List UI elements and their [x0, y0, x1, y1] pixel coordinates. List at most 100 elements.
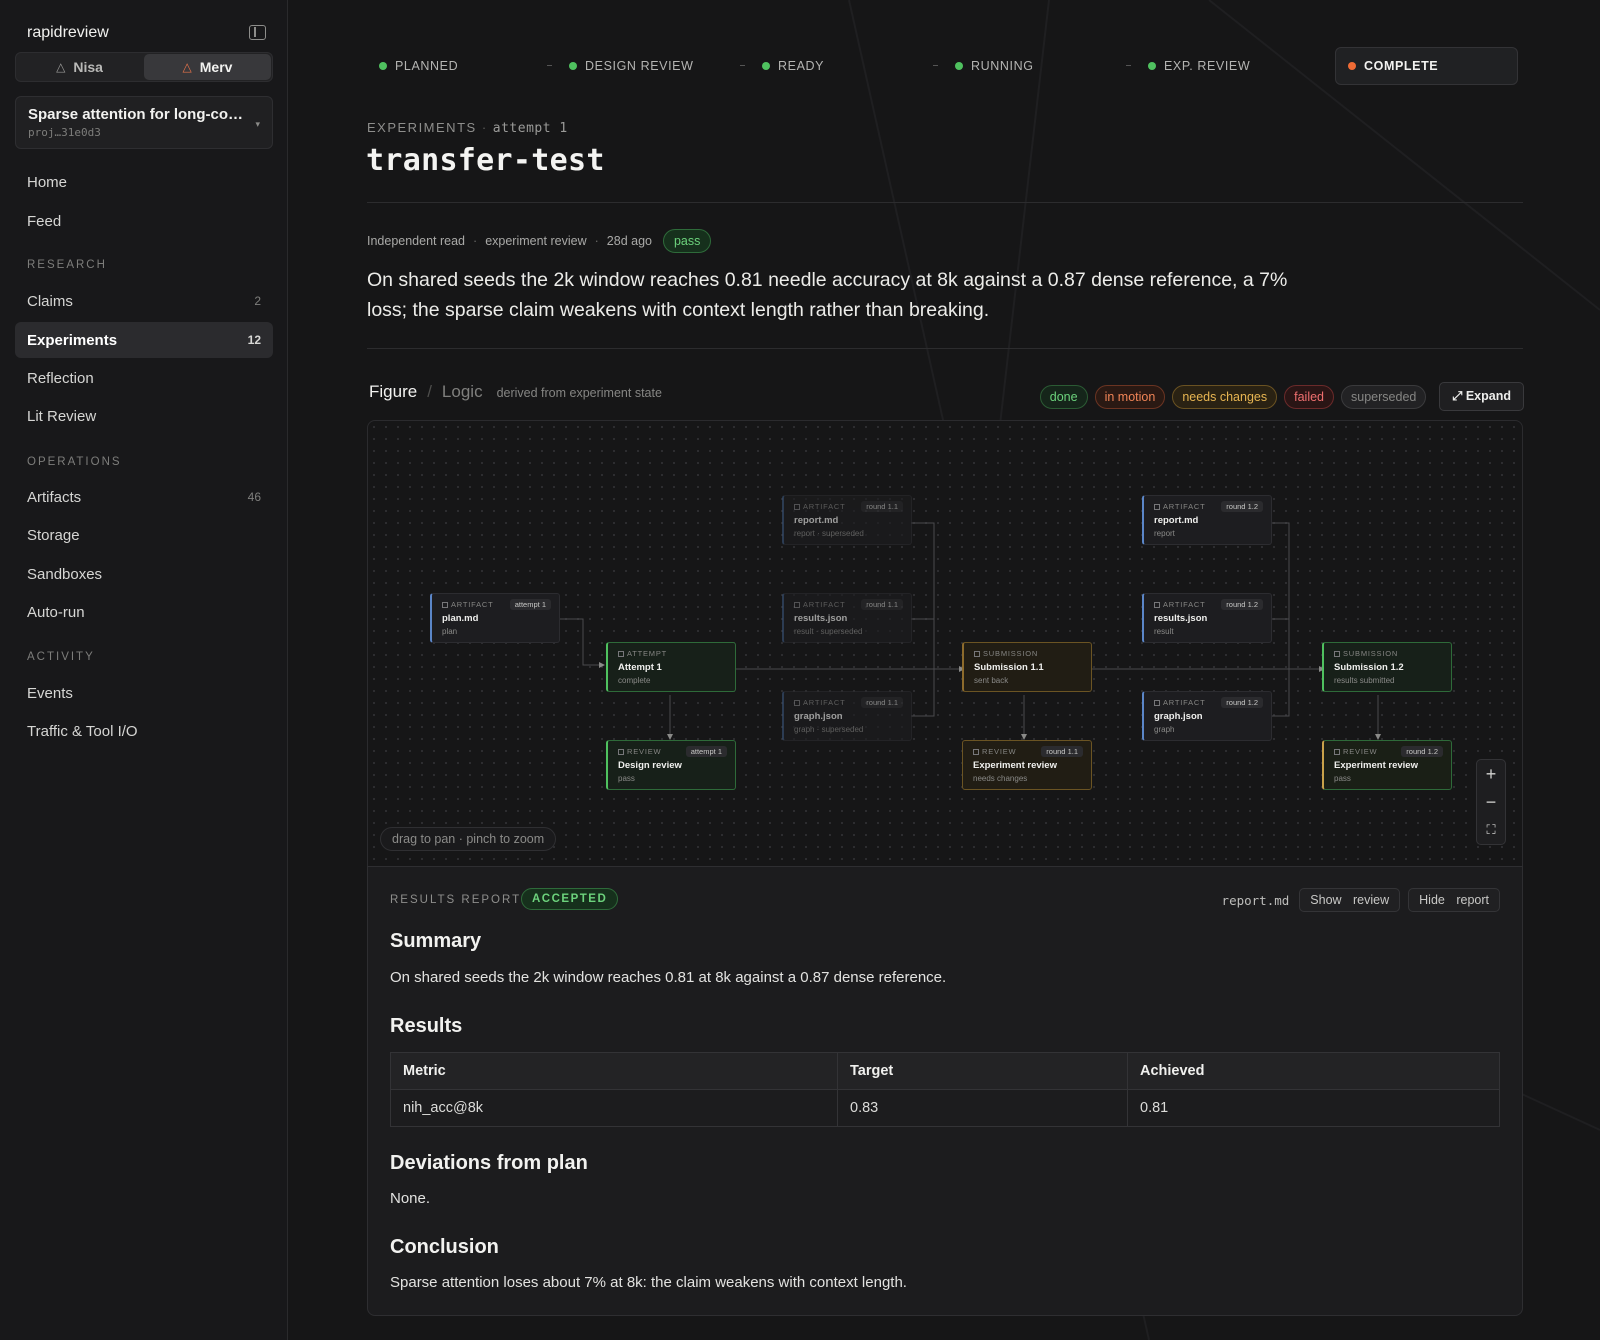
sidebar-item-reflection[interactable]: Reflection [15, 360, 273, 396]
graph-node-design-review[interactable]: REVIEW attempt 1 Design review pass [606, 740, 736, 790]
sidebar-item-count: 2 [254, 294, 261, 308]
status-dot [1348, 62, 1356, 70]
node-title: results.json [794, 613, 848, 624]
user-name: Merv [199, 59, 233, 75]
table-cell: 0.81 [1127, 1089, 1500, 1127]
artifact-icon [1154, 700, 1160, 706]
review-summary: On shared seeds the 2k window reaches 0.… [367, 269, 1288, 321]
step-label: RUNNING [971, 59, 1034, 73]
report-heading-summary: Summary [390, 930, 482, 952]
status-dot [569, 62, 577, 70]
node-title: graph.json [794, 711, 843, 722]
project-selector[interactable]: Sparse attention for long-co… proj…31e0d… [15, 96, 273, 149]
report-filename[interactable]: report.md [1222, 893, 1290, 908]
graph-node-results-1-1[interactable]: ARTIFACT round 1.1 results.json result ·… [782, 593, 912, 643]
node-title: results.json [1154, 613, 1208, 624]
node-title: Design review [618, 760, 682, 771]
zoom-out-icon[interactable]: − [1477, 788, 1505, 816]
status-dot [379, 62, 387, 70]
node-title: Submission 1.2 [1334, 662, 1404, 673]
graph-node-submission-1-1[interactable]: SUBMISSION Submission 1.1 sent back [962, 642, 1092, 692]
review-icon [1334, 749, 1340, 755]
graph-node-plan[interactable]: ARTIFACT attempt 1 plan.md plan [430, 593, 560, 643]
node-title: Submission 1.1 [974, 662, 1044, 673]
report-heading-results: Results [390, 1015, 463, 1037]
sidebar-item-storage[interactable]: Storage [15, 517, 273, 553]
sidebar-item-events[interactable]: Events [15, 675, 273, 711]
graph-node-report-1-1[interactable]: ARTIFACT round 1.1 report.md report · su… [782, 495, 912, 545]
step-label: DESIGN REVIEW [585, 59, 694, 73]
node-subtitle: results submitted [1334, 676, 1395, 685]
status-dot [762, 62, 770, 70]
node-title: plan.md [442, 613, 479, 624]
sidebar-item-claims[interactable]: Claims 2 [15, 283, 273, 319]
node-title: Experiment review [973, 760, 1057, 771]
node-title: report.md [794, 515, 839, 526]
legend-done: done [1039, 384, 1088, 409]
sidebar-item-feed[interactable]: Feed [15, 203, 273, 239]
step-label: COMPLETE [1364, 59, 1439, 73]
experiment-graph-canvas[interactable]: ARTIFACT attempt 1 plan.md plan ATTEMPT … [367, 420, 1523, 867]
sidebar-item-auto-run[interactable]: Auto-run [15, 594, 273, 630]
section-title-research: RESEARCH [27, 259, 107, 271]
column-header: Metric [390, 1052, 838, 1090]
breadcrumb-attempt: attempt 1 [492, 121, 568, 136]
user-tab-nisa[interactable]: △ Nisa [16, 53, 143, 81]
sidebar-item-home[interactable]: Home [15, 164, 273, 200]
node-subtitle: plan [442, 627, 458, 636]
step-running: RUNNING [933, 47, 1136, 85]
show-review-button[interactable]: Show review [1299, 888, 1401, 912]
project-id: proj…31e0d3 [28, 126, 101, 139]
artifact-icon [794, 700, 800, 706]
graph-node-graph-1-1[interactable]: ARTIFACT round 1.1 graph.json graph · su… [782, 691, 912, 741]
node-subtitle: pass [1334, 774, 1351, 783]
node-subtitle: needs changes [973, 774, 1028, 783]
sidebar-item-experiments[interactable]: Experiments 12 [15, 322, 273, 358]
zoom-in-icon[interactable]: + [1477, 760, 1505, 788]
node-subtitle: result [1154, 627, 1174, 636]
tab-figure[interactable]: Figure [369, 382, 417, 402]
legend-needs-changes: needs changes [1172, 384, 1278, 409]
graph-node-attempt[interactable]: ATTEMPT Attempt 1 complete [606, 642, 736, 692]
status-stepper: PLANNED DESIGN REVIEW READY RUNNING EXP.… [367, 47, 1523, 85]
node-kind: ATTEMPT [618, 649, 725, 658]
graph-node-submission-1-2[interactable]: SUBMISSION Submission 1.2 results submit… [1322, 642, 1452, 692]
sidebar-item-label: Feed [27, 212, 62, 230]
node-tag: round 1.1 [861, 501, 903, 512]
breadcrumb-section[interactable]: EXPERIMENTS [367, 120, 477, 135]
graph-node-results-1-2[interactable]: ARTIFACT round 1.2 results.json result [1142, 593, 1272, 643]
review-age: 28d ago [606, 234, 652, 248]
sidebar-item-artifacts[interactable]: Artifacts 46 [15, 479, 273, 515]
fit-view-icon[interactable]: ⛶ [1477, 816, 1505, 844]
artifact-icon [794, 504, 800, 510]
tab-logic[interactable]: Logic [442, 382, 483, 402]
results-report: RESULTS REPORT ACCEPTED report.md Show r… [367, 866, 1523, 1316]
artifact-icon [794, 602, 800, 608]
section-title-activity: ACTIVITY [27, 651, 95, 663]
graph-node-report-1-2[interactable]: ARTIFACT round 1.2 report.md report [1142, 495, 1272, 545]
sidebar-item-sandboxes[interactable]: Sandboxes [15, 556, 273, 592]
chevron-down-icon: ▾ [255, 119, 260, 129]
sidebar-item-traffic[interactable]: Traffic & Tool I/O [15, 713, 273, 749]
expand-button[interactable]: ⤢ Expand [1439, 382, 1524, 411]
hide-report-button[interactable]: Hide report [1408, 888, 1500, 912]
step-complete: COMPLETE [1335, 47, 1518, 85]
node-kind: SUBMISSION [974, 649, 1081, 658]
node-title: report.md [1154, 515, 1199, 526]
review-source: experiment review [485, 234, 587, 248]
graph-node-graph-1-2[interactable]: ARTIFACT round 1.2 graph.json graph [1142, 691, 1272, 741]
sidebar-collapse-icon[interactable] [249, 25, 266, 40]
report-deviations: None. [390, 1190, 431, 1207]
review-icon [973, 749, 979, 755]
user-tab-merv[interactable]: △ Merv [144, 54, 271, 80]
graph-node-experiment-review-1-2[interactable]: REVIEW round 1.2 Experiment review pass [1322, 740, 1452, 790]
sidebar-item-count: 12 [247, 333, 261, 347]
status-legend: done in motion needs changes failed supe… [1039, 382, 1524, 411]
node-tag: attempt 1 [685, 746, 727, 757]
project-title: Sparse attention for long-co… [28, 106, 244, 123]
figure-header: Figure / Logic derived from experiment s… [369, 382, 662, 402]
sidebar-item-lit-review[interactable]: Lit Review [15, 398, 273, 434]
divider [367, 202, 1523, 203]
expand-icon: ⤢ [1452, 389, 1463, 403]
graph-node-experiment-review-1-1[interactable]: REVIEW round 1.1 Experiment review needs… [962, 740, 1092, 790]
